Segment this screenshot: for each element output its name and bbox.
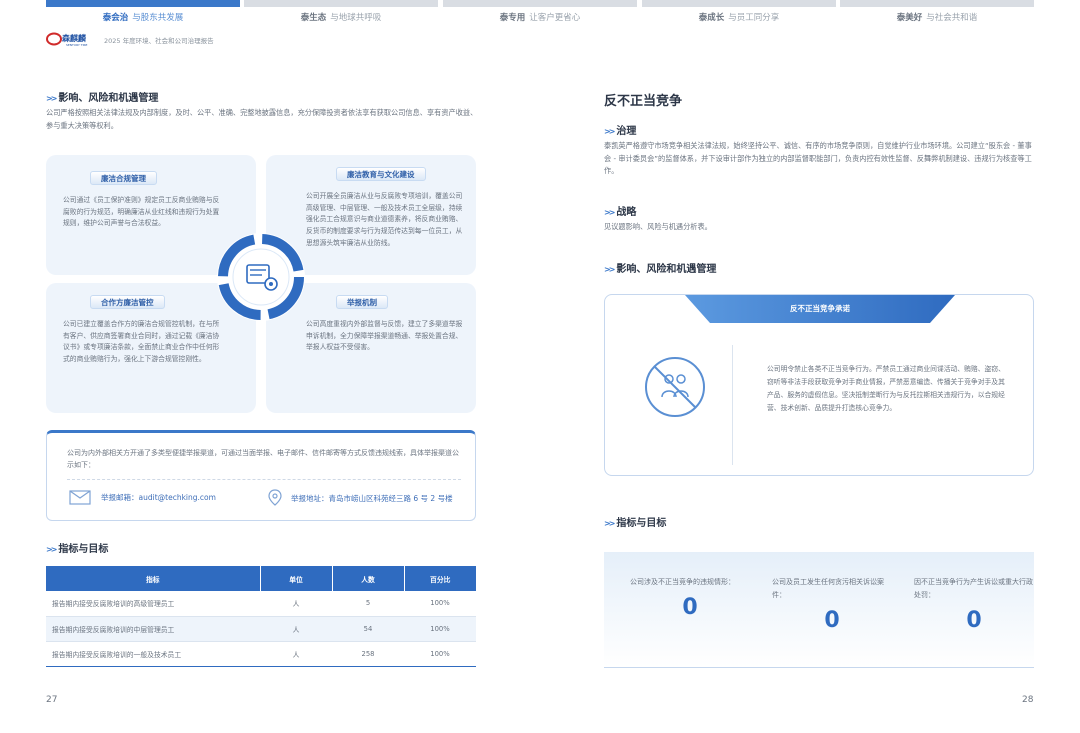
commitment-box: 反不正当竞争承诺 公司明令禁止各类不正当竞争行为。严禁员工通过商业间谍活动、贿赂…: [604, 294, 1034, 476]
stat-value: 0: [966, 608, 982, 633]
table-header: 百分比: [404, 566, 476, 591]
tab-key: 泰会治: [102, 13, 129, 23]
table-header: 单位: [260, 566, 333, 591]
company-logo: 森麒麟 SENTURY TIRE: [46, 32, 88, 47]
chapter-tabs: 泰会治 与股东共发展 泰生态 与地球共呼吸 泰专用 让客户更省心 泰成长 与员工同分享 …: [46, 0, 1034, 26]
no-competition-icon: [645, 357, 705, 417]
quadrant-title: 廉洁教育与文化建设: [336, 167, 426, 181]
stat-value: 0: [824, 608, 840, 633]
table-row: 报告期内接受反腐败培训的高级管理员工人 5 100%: [46, 591, 476, 617]
training-table: 指标 单位 人数 百分比 报告期内接受反腐败培训的高级管理员工人 5 100% 报告…: [46, 566, 476, 667]
report-email[interactable]: 举报邮箱：audit@techking.com: [69, 489, 216, 505]
table-row: 报告期内接受反腐败培训的一般及技术员工人 258 100%: [46, 641, 476, 667]
report-address-text: 举报地址：青岛市崂山区科苑经三路 6 号 2 号楼: [291, 493, 453, 503]
report-address: 举报地址：青岛市崂山区科苑经三路 6 号 2 号楼: [267, 489, 453, 507]
tab-key: 泰成长: [698, 13, 725, 23]
report-email-text: 举报邮箱：audit@techking.com: [101, 492, 216, 502]
governance-heading: >> 治理: [604, 126, 637, 137]
stat-label: 因不正当竞争行为产生诉讼或重大行政处罚：: [914, 578, 1033, 599]
email-icon: [69, 490, 91, 505]
quadrant-text: 公司通过《员工保护准则》规定员工反商业贿赂与反腐败的行为规范，明确廉洁从业红线和…: [63, 196, 220, 228]
metrics-heading-right: >> 指标与目标: [604, 518, 667, 529]
tab-ecology[interactable]: 泰生态 与地球共呼吸: [244, 0, 438, 26]
tab-text: 让客户更省心: [529, 13, 581, 23]
tab-text: 与员工同分享: [728, 13, 780, 23]
tab-growth[interactable]: 泰成长 与员工同分享: [642, 0, 836, 26]
strategy-heading: >> 战略: [604, 207, 637, 218]
quadrant-text: 公司已建立覆盖合作方的廉洁合规管控机制，在与所有客户、供应商签署商业合同时，通过…: [63, 320, 220, 364]
commitment-text: 公司明令禁止各类不正当竞争行为。严禁员工通过商业间谍活动、贿赂、盗窃、窃听等非法…: [767, 365, 1005, 412]
impact-heading-right: >> 影响、风险和机遇管理: [604, 264, 717, 275]
svg-text:SENTURY TIRE: SENTURY TIRE: [66, 43, 88, 47]
stat-item: 因不正当竞争行为产生诉讼或重大行政处罚： 0: [914, 576, 1034, 633]
commitment-banner: [685, 295, 955, 323]
tab-governance[interactable]: 泰会治 与股东共发展: [46, 0, 240, 26]
table-row: 报告期内接受反腐败培训的中层管理员工人 54 100%: [46, 616, 476, 642]
tab-text: 与地球共呼吸: [330, 13, 382, 23]
table-header: 指标: [46, 566, 261, 591]
quadrant-title: 合作方廉洁管控: [90, 295, 165, 309]
quadrant-text: 公司高度重视内外部监督与反馈，建立了多渠道举报申诉机制，全力保障举报渠道畅通、举…: [306, 320, 463, 352]
impact-heading: >> 影响、风险和机遇管理: [46, 93, 159, 104]
page-number-right: 28: [1022, 695, 1034, 705]
governance-text: 泰凯英严格遵守市场竞争相关法律法规，始终坚持公平、诚信、有序的市场竞争原则，自觉…: [604, 141, 1032, 175]
stat-item: 公司涉及不正当竞争的违规情形： 0: [630, 576, 750, 620]
metrics-heading-left: >> 指标与目标: [46, 544, 109, 555]
quadrant-text: 公司开展全员廉洁从业与反腐败专项培训，覆盖公司高级管理、中层管理、一般及技术员工…: [306, 192, 463, 247]
impact-text: 公司严格按照相关法律法规及内部制度，及时、公平、准确、完整地披露信息，充分保障投…: [46, 108, 478, 130]
tab-society[interactable]: 泰美好 与社会共和谐: [840, 0, 1034, 26]
page-title: 反不正当竞争: [604, 94, 683, 109]
tab-key: 泰生态: [300, 13, 327, 23]
tab-text: 与股东共发展: [132, 13, 184, 23]
location-pin-icon: [268, 489, 282, 506]
tab-key: 泰专用: [499, 13, 526, 23]
tab-key: 泰美好: [896, 13, 923, 23]
reporting-channels-text: 公司为内外部相关方开通了多类型便捷举报渠道，可通过当面举报、电子邮件、信件邮寄等…: [67, 449, 459, 469]
reporting-channels-box: 公司为内外部相关方开通了多类型便捷举报渠道，可通过当面举报、电子邮件、信件邮寄等…: [46, 430, 476, 521]
stat-label: 公司涉及不正当竞争的违规情形：: [630, 578, 735, 586]
strategy-text: 见议题影响、风险与机遇分析表。: [604, 222, 712, 231]
page-number-left: 27: [46, 695, 58, 705]
tab-text: 与社会共和谐: [926, 13, 978, 23]
tab-customer[interactable]: 泰专用 让客户更省心: [443, 0, 637, 26]
table-header: 人数: [332, 566, 405, 591]
stat-value: 0: [682, 595, 698, 620]
compliance-ring-icon: [217, 233, 305, 321]
stat-item: 公司及员工发生任何贪污相关诉讼案件： 0: [772, 576, 892, 633]
quadrant-title: 廉洁合规管理: [90, 171, 157, 185]
stat-label: 公司及员工发生任何贪污相关诉讼案件：: [772, 578, 884, 599]
svg-text:森麒麟: 森麒麟: [62, 33, 86, 43]
quadrant-title: 举报机制: [336, 295, 388, 309]
report-title: 2025 年度环境、社会和公司治理报告: [104, 37, 214, 45]
stats-panel: 公司涉及不正当竞争的违规情形： 0 公司及员工发生任何贪污相关诉讼案件： 0 因…: [604, 552, 1034, 668]
